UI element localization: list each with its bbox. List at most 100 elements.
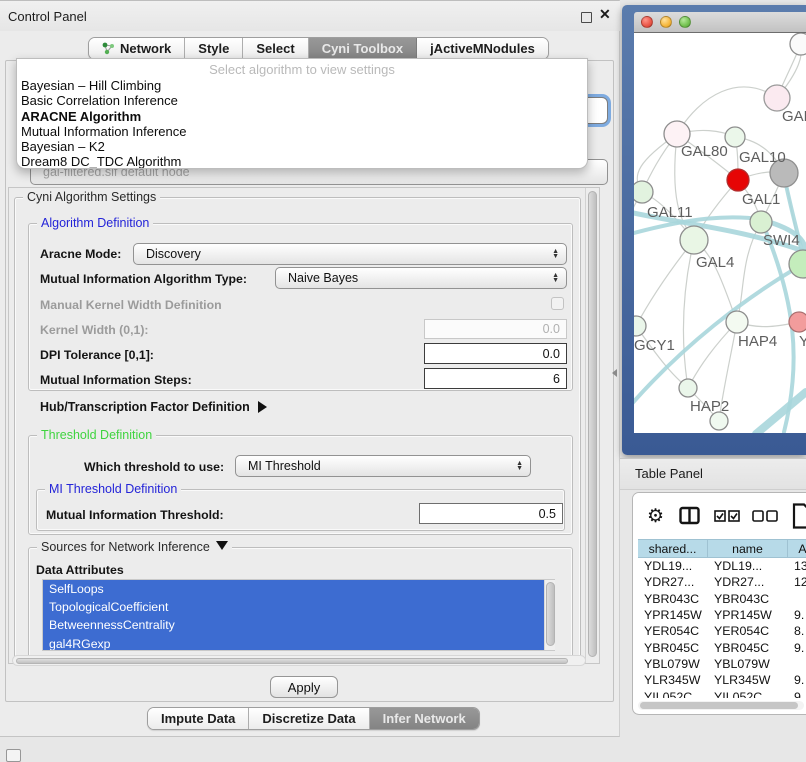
network-canvas[interactable]: GALGAL80GAL10GAL1GAL11SWI4GAL4GCY1HAP4YH… — [634, 33, 806, 433]
hub-definition-disclosure[interactable]: Hub/Transcription Factor Definition — [40, 400, 267, 414]
column-header-name[interactable]: name — [708, 540, 788, 557]
checked-boxes-icon[interactable] — [714, 509, 740, 523]
combo-arrows-icon: ▲▼ — [552, 249, 559, 259]
node-label: HAP2 — [690, 398, 729, 415]
settings-vertical-scrollbar[interactable] — [585, 188, 598, 663]
combo-arrows-icon: ▲▼ — [552, 273, 559, 283]
mi-steps-field[interactable]: 6 — [424, 368, 567, 389]
mac-close-icon[interactable] — [641, 16, 653, 28]
attribute-list-item[interactable]: SelfLoops — [43, 580, 554, 598]
tab-jactivemnodules[interactable]: jActiveMNodules — [417, 38, 548, 59]
mac-minimize-icon[interactable] — [660, 16, 672, 28]
network-icon — [102, 42, 115, 55]
scrollbar-thumb[interactable] — [546, 582, 555, 646]
node-label: HAP4 — [738, 333, 777, 350]
tab-impute-data[interactable]: Impute Data — [148, 708, 249, 729]
mac-zoom-icon[interactable] — [679, 16, 691, 28]
close-icon[interactable]: ✕ — [599, 6, 611, 23]
column-header-shared[interactable]: shared... — [638, 540, 708, 557]
table-cell: 13 — [788, 558, 806, 574]
table-cell: YPR145W — [708, 607, 788, 623]
network-node[interactable] — [727, 169, 749, 191]
sources-title-text: Sources for Network Inference — [41, 540, 210, 554]
aracne-mode-combobox[interactable]: Discovery ▲▼ — [133, 243, 567, 265]
dpi-tolerance-field[interactable]: 0.0 — [424, 343, 567, 364]
dropdown-item[interactable]: Basic Correlation Inference — [17, 93, 587, 108]
dropdown-item[interactable]: Mutual Information Inference — [17, 124, 587, 139]
table-cell: 12 — [788, 574, 806, 590]
table-row[interactable]: YBL079WYBL079W — [638, 656, 806, 672]
dropdown-item[interactable]: Dream8 DC_TDC Algorithm — [17, 154, 587, 169]
node-label: GAL — [782, 108, 806, 125]
manual-kernel-width-checkbox[interactable] — [551, 297, 564, 310]
float-window-icon[interactable] — [581, 12, 592, 23]
table-row[interactable]: YBR045CYBR045C9. — [638, 639, 806, 655]
gear-icon[interactable]: ⚙ — [647, 505, 664, 528]
unchecked-boxes-icon[interactable] — [752, 509, 778, 523]
dropdown-item[interactable]: ARACNE Algorithm — [17, 109, 587, 124]
tab-label: Discretize Data — [262, 711, 355, 726]
kernel-width-label: Kernel Width (0,1): — [40, 323, 149, 337]
tab-cyni-toolbox[interactable]: Cyni Toolbox — [309, 38, 417, 59]
tab-network[interactable]: Network — [89, 38, 185, 59]
dropdown-placeholder: Select algorithm to view settings — [17, 59, 587, 78]
table-row[interactable]: YDR27...YDR27...12 — [638, 574, 806, 590]
dropdown-item[interactable]: Bayesian – K2 — [17, 139, 587, 154]
tab-select[interactable]: Select — [243, 38, 308, 59]
manual-kernel-width-label: Manual Kernel Width Definition — [40, 298, 222, 312]
table-cell: 9. — [788, 672, 806, 688]
attribute-list-item[interactable]: gal4RGexp — [43, 635, 554, 651]
mi-algorithm-type-combobox[interactable]: Naive Bayes ▲▼ — [275, 267, 567, 289]
control-panel-titlebar: Control Panel ✕ — [0, 1, 620, 31]
table-cell: YER054C — [638, 623, 708, 639]
table-cell: YER054C — [708, 623, 788, 639]
kernel-width-field[interactable]: 0.0 — [424, 319, 567, 339]
table-cell — [788, 591, 806, 607]
network-node[interactable] — [789, 312, 806, 332]
scrollbar-thumb[interactable] — [588, 191, 597, 657]
attribute-list-item[interactable]: BetweennessCentrality — [43, 616, 554, 634]
network-node[interactable] — [790, 33, 806, 55]
sources-group-title[interactable]: Sources for Network Inference — [37, 540, 232, 554]
minimized-panel-icon[interactable] — [6, 749, 21, 762]
data-attributes-list[interactable]: SelfLoopsTopologicalCoefficientBetweenne… — [42, 579, 555, 651]
table-row[interactable]: YBR043CYBR043C — [638, 591, 806, 607]
page-icon[interactable] — [792, 503, 806, 529]
network-node[interactable] — [789, 250, 806, 278]
node-label: GAL4 — [696, 254, 734, 271]
column-header-a[interactable]: A — [788, 540, 806, 557]
network-node[interactable] — [750, 211, 772, 233]
network-node[interactable] — [634, 181, 653, 203]
attribute-list-item[interactable]: TopologicalCoefficient — [43, 598, 554, 616]
table-header-row[interactable]: shared...nameA — [638, 539, 806, 558]
attributes-vertical-scrollbar[interactable] — [544, 580, 555, 650]
network-node[interactable] — [725, 127, 745, 147]
table-horizontal-scrollbar[interactable] — [638, 701, 804, 710]
table-row[interactable]: YER054CYER054C8. — [638, 623, 806, 639]
tab-infer-network[interactable]: Infer Network — [370, 708, 479, 729]
mi-algorithm-type-label: Mutual Information Algorithm Type: — [40, 272, 247, 286]
network-node[interactable] — [634, 316, 646, 336]
tab-style[interactable]: Style — [185, 38, 243, 59]
split-pane-collapse-icon[interactable] — [612, 369, 617, 377]
mi-threshold-field[interactable]: 0.5 — [419, 503, 563, 524]
settings-horizontal-scrollbar[interactable] — [12, 655, 586, 666]
network-node[interactable] — [679, 379, 697, 397]
cyni-settings-group-title: Cyni Algorithm Settings — [23, 190, 160, 204]
network-node[interactable] — [726, 311, 748, 333]
which-threshold-combobox[interactable]: MI Threshold ▲▼ — [235, 455, 531, 477]
apply-button[interactable]: Apply — [270, 676, 338, 698]
table-row[interactable]: YLR345WYLR345W9. — [638, 672, 806, 688]
table-row[interactable]: YIL052CYIL052C9. — [638, 688, 806, 698]
tab-discretize-data[interactable]: Discretize Data — [249, 708, 369, 729]
dropdown-item[interactable]: Bayesian – Hill Climbing — [17, 78, 587, 93]
scrollbar-thumb[interactable] — [640, 702, 798, 709]
network-window-titlebar[interactable] — [634, 12, 806, 33]
network-view-window[interactable]: GALGAL80GAL10GAL1GAL11SWI4GAL4GCY1HAP4YH… — [622, 5, 806, 455]
split-columns-icon[interactable] — [679, 506, 701, 526]
scrollbar-thumb[interactable] — [16, 658, 568, 665]
table-row[interactable]: YPR145WYPR145W9. — [638, 607, 806, 623]
tab-label: Impute Data — [161, 711, 235, 726]
network-node[interactable] — [680, 226, 708, 254]
table-row[interactable]: YDL19...YDL19...13 — [638, 558, 806, 574]
